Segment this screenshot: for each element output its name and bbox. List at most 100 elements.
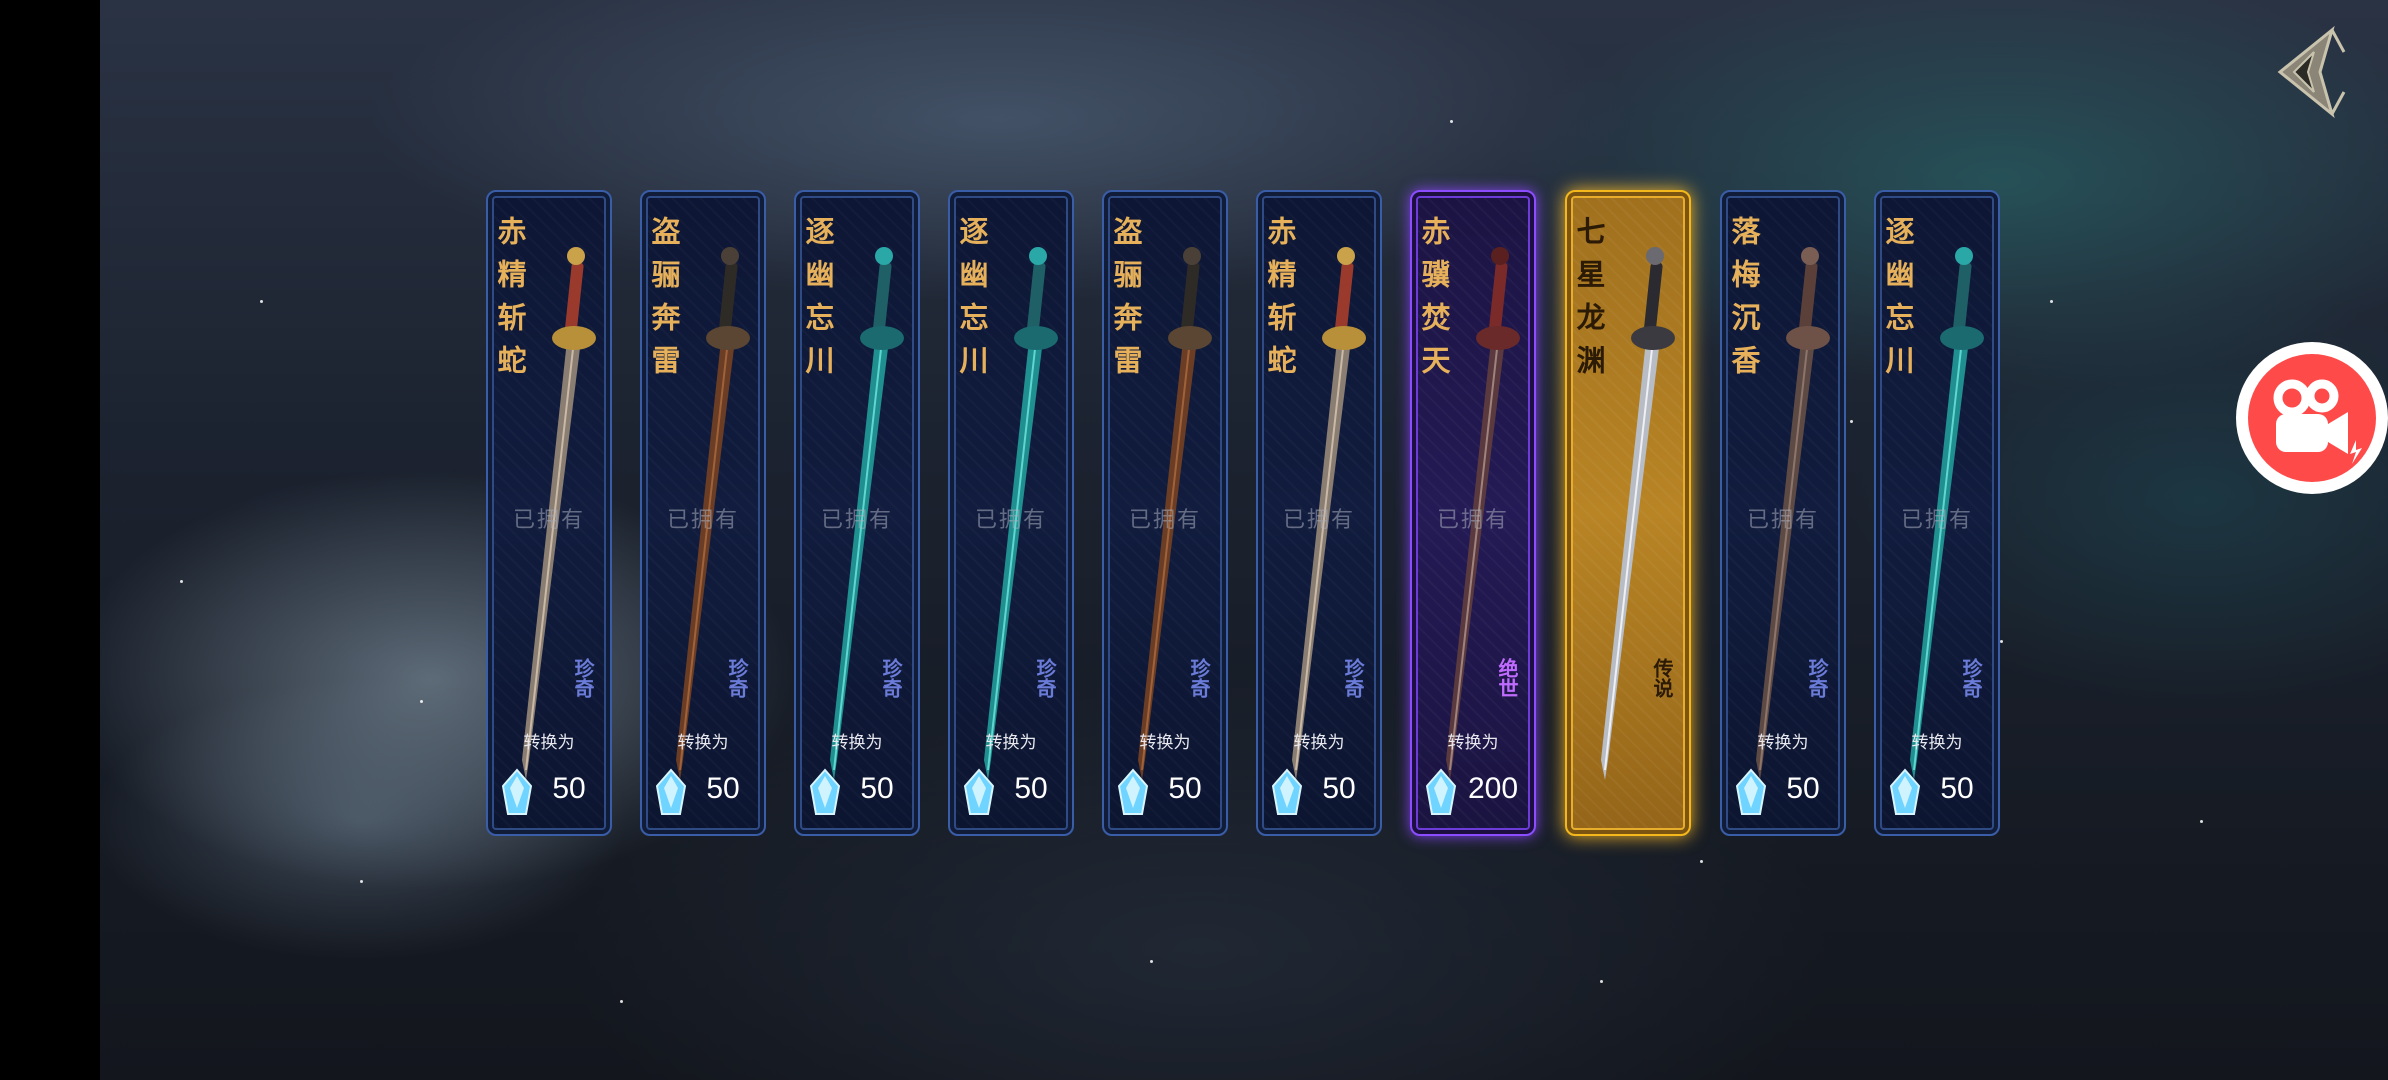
sword-grip (1644, 261, 1663, 333)
sword-name: 逐幽忘川 (1881, 216, 1915, 388)
sword-guard (1940, 326, 1984, 350)
star (420, 700, 423, 703)
sword-edge (525, 339, 575, 771)
sword-card[interactable]: 赤精斩蛇 已拥有 珍奇 转换为 50 (486, 190, 612, 836)
convert-label: 转换为 (1911, 733, 1963, 753)
nebula-background (100, 0, 2388, 1080)
crystal-icon (1735, 768, 1767, 815)
sword-blade (1446, 340, 1505, 780)
sword-blade (1292, 340, 1351, 780)
owned-label: 已拥有 (1900, 508, 1973, 533)
sword-card[interactable]: 赤骥焚天 已拥有 绝世 转换为 200 (1410, 190, 1536, 836)
sword-pommel (1955, 247, 1973, 265)
sword-grip (719, 261, 738, 333)
sword-pommel (721, 247, 739, 265)
sword-card[interactable]: 逐幽忘川 已拥有 珍奇 转换为 50 (794, 190, 920, 836)
sword-pommel (1491, 247, 1509, 265)
convert-label: 转换为 (831, 733, 883, 753)
sword-edge (1449, 339, 1499, 771)
star (1850, 420, 1853, 423)
video-camera-icon (2273, 379, 2362, 464)
sword-guard (706, 326, 750, 350)
sword-blade (1601, 340, 1660, 780)
sword-grip (1181, 261, 1200, 333)
crystal-icon (963, 768, 995, 815)
owned-label: 已拥有 (1128, 508, 1201, 533)
sword-blade (676, 340, 735, 780)
sword-card[interactable]: 逐幽忘川 已拥有 珍奇 转换为 50 (948, 190, 1074, 836)
sword-card[interactable]: 赤精斩蛇 已拥有 珍奇 转换为 50 (1256, 190, 1382, 836)
sword-pommel (1801, 247, 1819, 265)
crystal-icon (1271, 768, 1303, 815)
crystal-amount: 50 (1940, 772, 1974, 805)
owned-label: 已拥有 (512, 508, 585, 533)
sword-blade (830, 340, 889, 780)
rarity-label: 绝世 (1495, 658, 1519, 698)
sword-pommel (1029, 247, 1047, 265)
sword-guard (1476, 326, 1520, 350)
owned-label: 已拥有 (666, 508, 739, 533)
sword-blade (1756, 340, 1815, 780)
sword-edge (1759, 339, 1809, 771)
back-arrow-icon[interactable] (2262, 22, 2352, 122)
sword-grip (1953, 261, 1972, 333)
sword-card[interactable]: 落梅沉香 已拥有 珍奇 转换为 50 (1720, 190, 1846, 836)
star (1150, 960, 1153, 963)
sword-edge (987, 339, 1037, 771)
crystal-amount: 50 (1014, 772, 1048, 805)
crystal-amount: 50 (1168, 772, 1202, 805)
sword-edge (679, 339, 729, 771)
rarity-label: 珍奇 (1959, 658, 1983, 698)
crystal-amount: 200 (1467, 772, 1519, 805)
crystal-icon (809, 768, 841, 815)
sword-blade (1138, 340, 1197, 780)
sword-guard (1322, 326, 1366, 350)
crystal-amount: 50 (552, 772, 586, 805)
sword-card[interactable]: 逐幽忘川 已拥有 珍奇 转换为 50 (1874, 190, 2000, 836)
convert-label: 转换为 (1757, 733, 1809, 753)
sword-name: 逐幽忘川 (955, 216, 989, 388)
star (2000, 640, 2003, 643)
sword-name: 逐幽忘川 (801, 216, 835, 388)
game-screen: 赤精斩蛇 已拥有 珍奇 转换为 50 盗骊奔雷 已拥有 珍奇 转换为 50 逐幽… (0, 0, 2388, 1080)
convert-label: 转换为 (1447, 733, 1499, 753)
record-button-face (2248, 354, 2376, 482)
sword-blade (984, 340, 1043, 780)
sword-guard (552, 326, 596, 350)
owned-label: 已拥有 (1282, 508, 1355, 533)
crystal-amount: 50 (860, 772, 894, 805)
star (180, 580, 183, 583)
star (260, 300, 263, 303)
sword-grip (1489, 261, 1508, 333)
sword-guard (1631, 326, 1675, 350)
crystal-icon (1117, 768, 1149, 815)
crystal-icon (501, 768, 533, 815)
sword-guard (860, 326, 904, 350)
owned-label: 已拥有 (974, 508, 1047, 533)
sword-edge (1604, 339, 1654, 771)
crystal-icon (1889, 768, 1921, 815)
sword-name: 盗骊奔雷 (647, 216, 681, 388)
sword-card[interactable]: 盗骊奔雷 已拥有 珍奇 转换为 50 (1102, 190, 1228, 836)
sword-blade (1910, 340, 1969, 780)
crystal-amount: 50 (706, 772, 740, 805)
sword-card[interactable]: 盗骊奔雷 已拥有 珍奇 转换为 50 (640, 190, 766, 836)
sword-edge (833, 339, 883, 771)
rarity-label: 珍奇 (571, 658, 595, 698)
sword-pommel (875, 247, 893, 265)
sword-card-legendary[interactable]: 七星龙渊 传说 (1565, 190, 1691, 836)
record-video-button[interactable] (2236, 342, 2388, 494)
sword-name: 赤骥焚天 (1417, 216, 1451, 388)
sword-grip (1335, 261, 1354, 333)
star (2200, 820, 2203, 823)
sword-grip (1799, 261, 1818, 333)
crystal-icon (1425, 768, 1457, 815)
left-black-bar (0, 0, 100, 1080)
rarity-label: 珍奇 (879, 658, 903, 698)
star (1450, 120, 1453, 123)
owned-label: 已拥有 (820, 508, 893, 533)
convert-label: 转换为 (985, 733, 1037, 753)
sword-grip (873, 261, 892, 333)
sword-edge (1913, 339, 1963, 771)
sword-grip (565, 261, 584, 333)
